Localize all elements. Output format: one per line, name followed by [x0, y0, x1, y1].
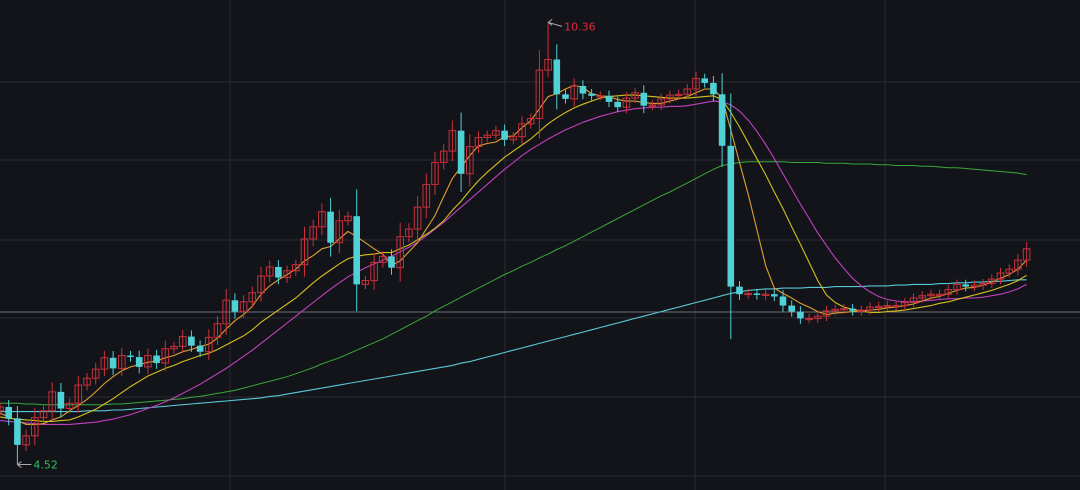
candle [127, 350, 134, 362]
candle [265, 260, 274, 283]
low-arrow [17, 461, 32, 468]
candle [701, 73, 708, 88]
candle [239, 295, 248, 319]
candle [771, 289, 778, 302]
candle [1014, 253, 1022, 276]
candle [14, 406, 21, 465]
candle [370, 253, 378, 290]
candle [553, 44, 561, 110]
candle [178, 330, 187, 353]
candle [1022, 241, 1031, 268]
candle [501, 124, 508, 146]
candle [248, 286, 257, 308]
candle [275, 260, 282, 285]
candle [109, 351, 117, 376]
candle [944, 285, 953, 299]
candle [788, 300, 795, 317]
candle [361, 275, 370, 289]
candle [588, 88, 595, 101]
grid [0, 0, 1080, 490]
candle [492, 126, 500, 140]
candle [161, 340, 170, 372]
candlestick-chart[interactable]: 10.36 4.52 [0, 0, 1080, 490]
candle [309, 219, 317, 247]
candle [91, 362, 100, 385]
candle [640, 85, 648, 114]
candle [526, 113, 535, 129]
candle [39, 405, 48, 424]
low-price-label: 4.52 [33, 459, 58, 472]
candle [736, 280, 743, 300]
candle [579, 80, 587, 100]
candle [727, 93, 735, 339]
candle [814, 311, 822, 324]
candle [857, 305, 866, 316]
candle [31, 408, 39, 446]
candle [396, 222, 404, 282]
candle [213, 315, 222, 346]
candle [318, 203, 326, 236]
candles [0, 22, 1031, 465]
candle [710, 75, 717, 102]
candle [605, 90, 613, 108]
candle [170, 341, 178, 354]
candle [405, 223, 413, 243]
candle [231, 293, 239, 319]
candle [144, 348, 152, 374]
candle [431, 151, 439, 196]
candle [135, 350, 143, 374]
high-price-label: 10.36 [564, 20, 596, 33]
high-arrow [547, 18, 563, 27]
candle [283, 265, 291, 283]
candle [779, 290, 787, 312]
candle [83, 372, 91, 391]
candle [448, 120, 457, 162]
candle [344, 211, 352, 226]
candle [22, 429, 30, 452]
candle [544, 22, 552, 77]
candle [422, 173, 431, 219]
candle [57, 383, 65, 418]
candle [761, 289, 770, 300]
candle [439, 144, 448, 170]
candle [718, 73, 726, 167]
candle [483, 130, 491, 143]
candle [648, 100, 657, 111]
candle [901, 297, 909, 311]
candle [805, 313, 813, 324]
candle [570, 78, 579, 107]
candle [892, 300, 900, 311]
candle [327, 197, 334, 257]
candle [457, 112, 465, 192]
candle [797, 306, 804, 324]
ma-magenta-line [0, 100, 1027, 425]
candle [535, 50, 544, 139]
ma-cyan-line [0, 279, 1027, 413]
candle [909, 293, 918, 308]
ma-green-line [0, 161, 1027, 406]
candle [100, 350, 109, 377]
candle [849, 303, 856, 316]
candle [562, 89, 569, 104]
candle [335, 210, 344, 254]
candle [962, 279, 969, 292]
candle [48, 382, 57, 421]
candle [153, 349, 160, 369]
candle [257, 267, 265, 302]
candle [413, 196, 422, 240]
candle [953, 279, 961, 295]
candle [474, 131, 483, 153]
candle [874, 301, 883, 312]
candle [300, 226, 309, 277]
candle [353, 189, 360, 312]
